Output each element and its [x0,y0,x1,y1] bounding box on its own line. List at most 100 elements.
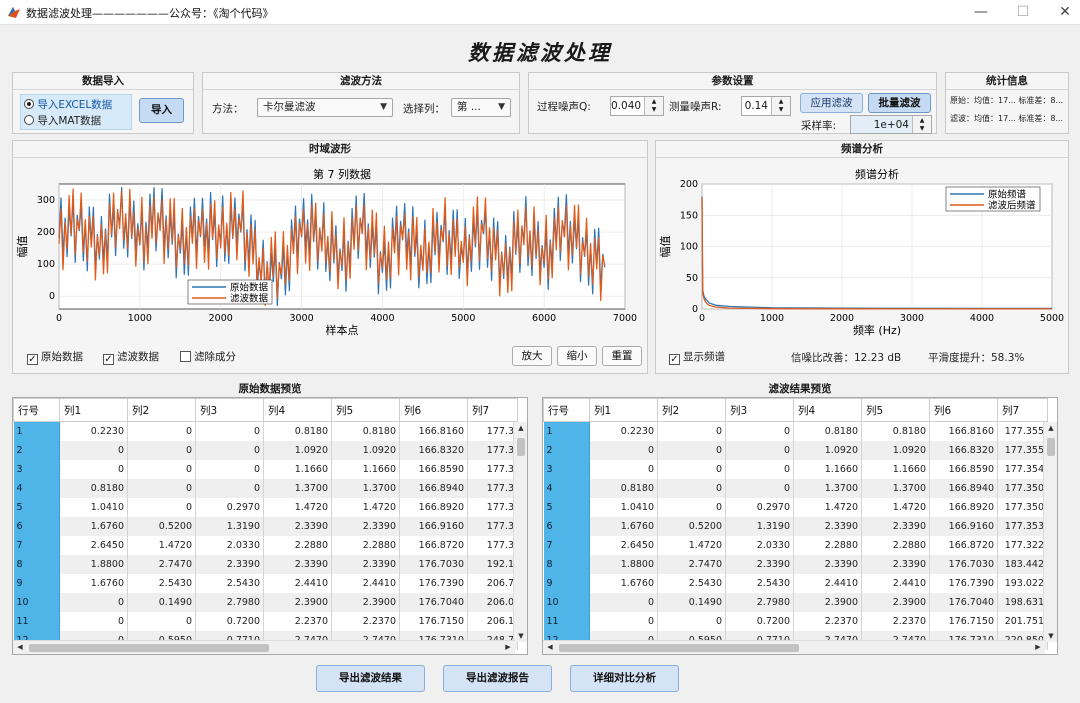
r-spinner[interactable]: 0.14 ▲ ▼ [741,96,791,116]
table-row[interactable]: 9 1.6760 2.5430 2.5430 2.4410 2.4410 176.7390 1… [543,573,1048,593]
table-row[interactable]: 5 1.0410 0 0.2970 1.4720 1.4720 166.8920 177.3 [13,497,518,517]
table-cell: 0 [127,440,196,460]
spinner-arrows-icon[interactable]: ▲ ▼ [912,116,931,133]
scroll-left-icon[interactable]: ◀ [543,643,557,651]
column-header[interactable]: 列2 [657,398,726,422]
column-header[interactable]: 列4 [793,398,862,422]
column-header[interactable]: 列6 [399,398,468,422]
reset-button[interactable]: 重置 [602,346,642,366]
detailed-compare-button[interactable]: 详细对比分析 [570,665,679,692]
minimize-button[interactable]: — [960,0,1002,25]
table-cell: 0.5200 [657,516,726,536]
column-header[interactable]: 列6 [929,398,998,422]
column-header[interactable]: 列3 [195,398,264,422]
table-row[interactable]: 10 0 0.1490 2.7980 2.3900 2.3900 176.7040 206.0 [13,592,518,612]
frequency-chart[interactable]: 频谱分析频率 (Hz) 幅值 0 1000 2000 3000 4000 5000 0 50 100… [657,160,1067,340]
table-row[interactable]: 10 0 0.1490 2.7980 2.3900 2.3900 176.7040 198.6… [543,592,1048,612]
scroll-right-icon[interactable]: ▶ [501,643,515,651]
x-tick-label: 5000 [1040,313,1064,324]
maximize-button[interactable]: ☐ [1002,0,1044,25]
q-spinner[interactable]: 0.040 ▲ ▼ [610,96,664,116]
export-report-button[interactable]: 导出滤波报告 [443,665,552,692]
radio-excel-label: 导入EXCEL数据 [37,99,113,111]
column-header[interactable]: 行号 [543,398,590,422]
checkbox-removed[interactable]: 滤除成分 [180,349,236,364]
scroll-thumb[interactable] [559,644,799,652]
original-table[interactable]: 行号 列1 列2 列3 列4 列5 列6 列7 1 0.2230 0 0 0.8180 0.8180 166… [12,397,528,655]
table-row[interactable]: 11 0 0 0.7200 2.2370 2.2370 176.7150 201.751 [543,611,1048,631]
apply-filter-button[interactable]: 应用滤波 [800,93,863,113]
table-cell: 2.4410 [263,573,332,593]
scroll-right-icon[interactable]: ▶ [1031,643,1045,651]
table-row[interactable]: 1 0.2230 0 0 0.8180 0.8180 166.8160 177.3 [13,421,518,441]
time-domain-chart[interactable]: 第 7 列数据样本点幅值0 1000 2000 3000 4000 5000 6000 700… [14,160,646,340]
vertical-scrollbar[interactable]: ▲ ▼ [513,422,527,642]
column-header[interactable]: 列5 [861,398,930,422]
method-select[interactable]: 卡尔曼滤波 ▼ [257,98,393,117]
table-row[interactable]: 4 0.8180 0 0 1.3700 1.3700 166.8940 177.3 [13,478,518,498]
spinner-arrows-icon[interactable]: ▲ ▼ [771,97,790,115]
vertical-scrollbar[interactable]: ▲ ▼ [1043,422,1057,642]
scroll-thumb[interactable] [29,644,269,652]
column-header[interactable]: 列4 [263,398,332,422]
table-row[interactable]: 7 2.6450 1.4720 2.0330 2.2880 2.2880 166.8720 1… [543,535,1048,555]
table-row[interactable]: 8 1.8800 2.7470 2.3390 2.3390 2.3390 176.7030 1… [543,554,1048,574]
chart-title: 第 7 列数据 [313,167,371,181]
table-row[interactable]: 6 1.6760 0.5200 1.3190 2.3390 2.3390 166.9160 1… [13,516,518,536]
column-header[interactable]: 列7 [467,398,518,422]
table-row[interactable]: 7 2.6450 1.4720 2.0330 2.2880 2.2880 166.8720 1… [13,535,518,555]
scroll-down-icon[interactable]: ▼ [514,632,527,640]
scroll-left-icon[interactable]: ◀ [13,643,27,651]
table-row[interactable]: 2 0 0 0 1.0920 1.0920 166.8320 177.355 [543,440,1048,460]
table-cell: 2.4410 [861,573,930,593]
radio-excel[interactable]: 导入EXCEL数据 [24,97,112,112]
fs-spinner[interactable]: 1e+04 ▲ ▼ [850,115,932,134]
table-row[interactable]: 2 0 0 0 1.0920 1.0920 166.8320 177.3 [13,440,518,460]
table-row[interactable]: 4 0.8180 0 0 1.3700 1.3700 166.8940 177.350 [543,478,1048,498]
column-select[interactable]: 第 ... ▼ [451,98,511,117]
table-cell: 166.8920 [929,497,998,517]
table-cell: 177.3 [467,459,518,479]
x-tick-label: 3000 [289,313,313,324]
table-row[interactable]: 3 0 0 0 1.1660 1.1660 166.8590 177.3 [13,459,518,479]
horizontal-scrollbar[interactable]: ◀ ▶ [13,640,515,654]
table-cell: 1.1660 [331,459,400,479]
table-row[interactable]: 6 1.6760 0.5200 1.3190 2.3390 2.3390 166.9160 1… [543,516,1048,536]
table-cell: 0 [59,592,128,612]
table-row[interactable]: 11 0 0 0.7200 2.2370 2.2370 176.7150 206.1 [13,611,518,631]
zoom-out-button[interactable]: 缩小 [557,346,597,366]
checkbox-filtered[interactable]: ✓ 滤波数据 [103,349,159,365]
table-row[interactable]: 8 1.8800 2.7470 2.3390 2.3390 2.3390 176.7030 1… [13,554,518,574]
import-button[interactable]: 导入 [139,98,184,123]
close-button[interactable]: ✕ [1044,0,1080,25]
scroll-up-icon[interactable]: ▲ [1044,424,1057,432]
batch-filter-button[interactable]: 批量滤波 [868,93,931,113]
column-header[interactable]: 列3 [725,398,794,422]
checkbox-show-spectrum[interactable]: ✓ 显示频谱 [669,349,725,365]
column-header[interactable]: 列2 [127,398,196,422]
zoom-in-button[interactable]: 放大 [512,346,552,366]
scroll-thumb[interactable] [517,438,525,456]
filtered-table[interactable]: 行号 列1 列2 列3 列4 列5 列6 列7 1 0.2230 0 0 0.8180 0.8180 166… [542,397,1058,655]
column-header[interactable]: 列7 [997,398,1048,422]
column-header[interactable]: 列5 [331,398,400,422]
column-header[interactable]: 列1 [589,398,658,422]
table-row[interactable]: 9 1.6760 2.5430 2.5430 2.4410 2.4410 176.7390 2… [13,573,518,593]
checkbox-original[interactable]: ✓ 原始数据 [27,349,83,365]
export-results-button[interactable]: 导出滤波结果 [316,665,425,692]
spinner-arrows-icon[interactable]: ▲ ▼ [644,97,663,115]
table-row[interactable]: 5 1.0410 0 0.2970 1.4720 1.4720 166.8920 177.35… [543,497,1048,517]
column-header[interactable]: 行号 [13,398,60,422]
table-row[interactable]: 1 0.2230 0 0 0.8180 0.8180 166.8160 177.355 [543,421,1048,441]
table-cell: 206.1 [467,611,518,631]
table-row[interactable]: 3 0 0 0 1.1660 1.1660 166.8590 177.354 [543,459,1048,479]
horizontal-scrollbar[interactable]: ◀ ▶ [543,640,1045,654]
q-label: 过程噪声Q: [537,101,591,113]
scroll-down-icon[interactable]: ▼ [1044,632,1057,640]
radio-mat[interactable]: 导入MAT数据 [24,113,101,128]
scroll-thumb[interactable] [1047,438,1055,456]
scroll-up-icon[interactable]: ▲ [514,424,527,432]
column-header[interactable]: 列1 [59,398,128,422]
table-cell: 2.2370 [793,611,862,631]
table-cell: 177.355 [997,421,1048,441]
